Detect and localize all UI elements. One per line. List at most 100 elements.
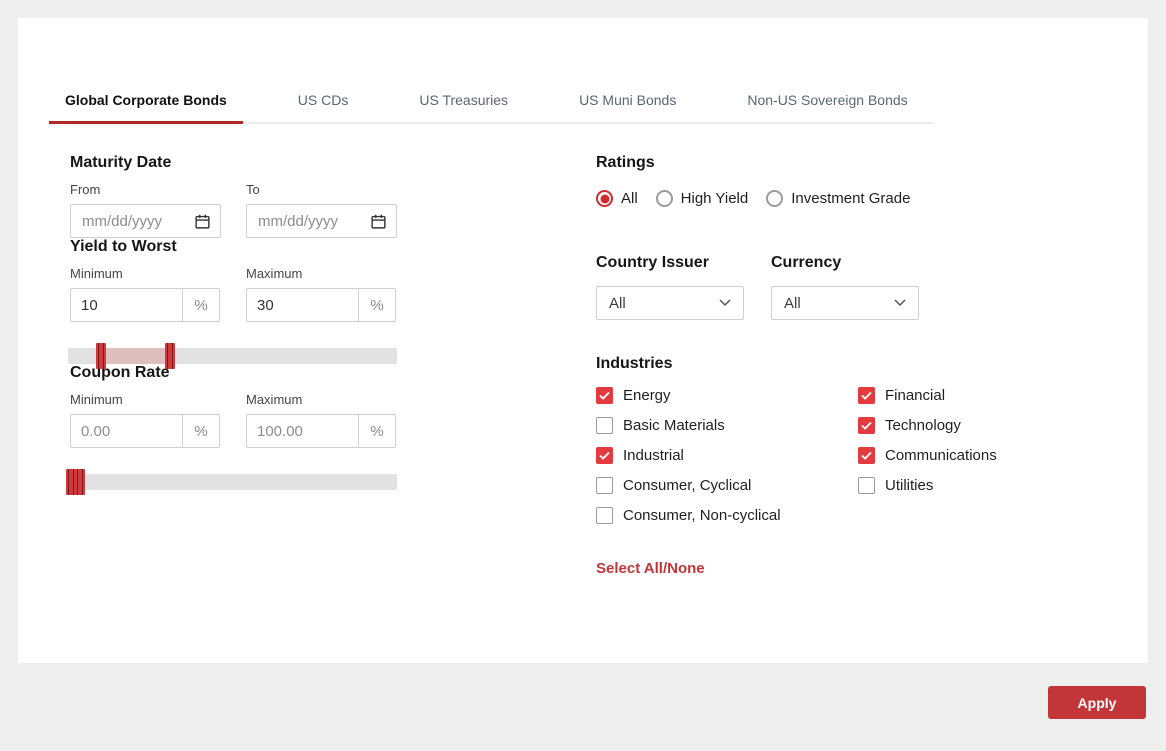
percent-suffix: %: [182, 414, 220, 448]
coupon-rate-heading: Coupon Rate: [70, 364, 596, 382]
maturity-to-datefield: [246, 204, 397, 238]
checkbox-communications[interactable]: Communications: [858, 447, 997, 464]
coupon-fields: Minimum % Maximum %: [70, 392, 596, 448]
checkbox-label: Consumer, Cyclical: [623, 477, 751, 494]
checkbox-energy[interactable]: Energy: [596, 387, 858, 404]
checkbox-label: Consumer, Non-cyclical: [623, 507, 781, 524]
coupon-max-group: %: [246, 414, 397, 448]
coupon-max-field: Maximum %: [246, 392, 397, 448]
coupon-slider-handle-max[interactable]: [75, 469, 85, 495]
maximum-label: Maximum: [246, 392, 397, 407]
tab-us-cds[interactable]: US CDs: [282, 92, 365, 122]
maturity-date-fields: From To: [70, 182, 596, 238]
checkbox-technology[interactable]: Technology: [858, 417, 997, 434]
checkbox-label: Technology: [885, 417, 961, 434]
checkbox-label: Financial: [885, 387, 945, 404]
percent-suffix: %: [358, 288, 396, 322]
country-issuer-select[interactable]: All: [596, 286, 744, 320]
checkbox-financial[interactable]: Financial: [858, 387, 997, 404]
tab-non-us-sovereign-bonds[interactable]: Non-US Sovereign Bonds: [731, 92, 923, 122]
radio-unselected-icon: [656, 190, 673, 207]
selected-value: All: [784, 295, 801, 312]
coupon-max-input[interactable]: [246, 414, 359, 448]
checkbox-unchecked-icon: [596, 417, 613, 434]
checkbox-unchecked-icon: [596, 477, 613, 494]
industries-right-column: Financial Technology Communications: [858, 387, 997, 524]
right-column: Ratings All High Yield Investment Grade …: [596, 154, 1148, 578]
filter-panel: Global Corporate Bonds US CDs US Treasur…: [18, 18, 1148, 663]
maximum-label: Maximum: [246, 266, 397, 281]
currency-heading: Currency: [771, 254, 919, 272]
checkbox-checked-icon: [596, 447, 613, 464]
country-issuer-heading: Country Issuer: [596, 254, 744, 272]
selected-value: All: [609, 295, 626, 312]
yield-min-group: %: [70, 288, 221, 322]
checkbox-consumer-cyclical[interactable]: Consumer, Cyclical: [596, 477, 858, 494]
checkbox-label: Energy: [623, 387, 671, 404]
checkbox-consumer-non-cyclical[interactable]: Consumer, Non-cyclical: [596, 507, 858, 524]
chevron-down-icon: [894, 299, 906, 307]
industries-left-column: Energy Basic Materials Industrial: [596, 387, 858, 524]
yield-max-input[interactable]: [246, 288, 359, 322]
checkbox-checked-icon: [596, 387, 613, 404]
radio-selected-icon: [596, 190, 613, 207]
yield-min-input[interactable]: [70, 288, 183, 322]
coupon-min-input[interactable]: [70, 414, 183, 448]
apply-button[interactable]: Apply: [1048, 686, 1146, 719]
checkbox-label: Utilities: [885, 477, 933, 494]
radio-all[interactable]: All: [596, 190, 638, 207]
maturity-to-input[interactable]: [247, 213, 370, 230]
coupon-range-slider[interactable]: [68, 474, 397, 490]
maturity-from-field: From: [70, 182, 221, 238]
checkbox-label: Communications: [885, 447, 997, 464]
calendar-icon[interactable]: [370, 213, 387, 230]
tab-global-corporate-bonds[interactable]: Global Corporate Bonds: [49, 92, 243, 124]
to-label: To: [246, 182, 397, 197]
select-all-none-link[interactable]: Select All/None: [596, 560, 705, 577]
checkbox-utilities[interactable]: Utilities: [858, 477, 997, 494]
yield-max-field: Maximum %: [246, 266, 397, 322]
checkbox-checked-icon: [858, 447, 875, 464]
currency-select[interactable]: All: [771, 286, 919, 320]
radio-high-yield[interactable]: High Yield: [656, 190, 749, 207]
chevron-down-icon: [719, 299, 731, 307]
maturity-from-input[interactable]: [71, 213, 194, 230]
radio-label: All: [621, 190, 638, 207]
yield-fields: Minimum % Maximum %: [70, 266, 596, 322]
checkbox-basic-materials[interactable]: Basic Materials: [596, 417, 858, 434]
maturity-to-field: To: [246, 182, 397, 238]
tab-us-treasuries[interactable]: US Treasuries: [403, 92, 524, 122]
minimum-label: Minimum: [70, 266, 221, 281]
coupon-min-field: Minimum %: [70, 392, 221, 448]
tab-bar: Global Corporate Bonds US CDs US Treasur…: [49, 92, 933, 124]
yield-slider-handle-max[interactable]: [165, 343, 175, 369]
checkbox-label: Basic Materials: [623, 417, 725, 434]
checkbox-checked-icon: [858, 417, 875, 434]
maturity-from-datefield: [70, 204, 221, 238]
radio-investment-grade[interactable]: Investment Grade: [766, 190, 910, 207]
from-label: From: [70, 182, 221, 197]
yield-min-field: Minimum %: [70, 266, 221, 322]
ratings-heading: Ratings: [596, 154, 1148, 172]
checkbox-checked-icon: [858, 387, 875, 404]
checkbox-unchecked-icon: [596, 507, 613, 524]
dropdown-row: Country Issuer All Currency All: [596, 254, 1148, 320]
slider-selected-range: [101, 348, 170, 364]
percent-suffix: %: [358, 414, 396, 448]
country-issuer-field: Country Issuer All: [596, 254, 744, 320]
checkbox-industrial[interactable]: Industrial: [596, 447, 858, 464]
checkbox-unchecked-icon: [858, 477, 875, 494]
industries-checkbox-grid: Energy Basic Materials Industrial: [596, 387, 1148, 524]
yield-to-worst-heading: Yield to Worst: [70, 238, 596, 256]
checkbox-label: Industrial: [623, 447, 684, 464]
calendar-icon[interactable]: [194, 213, 211, 230]
yield-slider-handle-min[interactable]: [96, 343, 106, 369]
filter-form: Maturity Date From To: [70, 154, 1148, 578]
yield-max-group: %: [246, 288, 397, 322]
yield-range-slider[interactable]: [68, 348, 397, 364]
ratings-radio-group: All High Yield Investment Grade: [596, 190, 1148, 207]
tab-us-muni-bonds[interactable]: US Muni Bonds: [563, 92, 692, 122]
industries-heading: Industries: [596, 355, 1148, 373]
coupon-min-group: %: [70, 414, 221, 448]
currency-field: Currency All: [771, 254, 919, 320]
